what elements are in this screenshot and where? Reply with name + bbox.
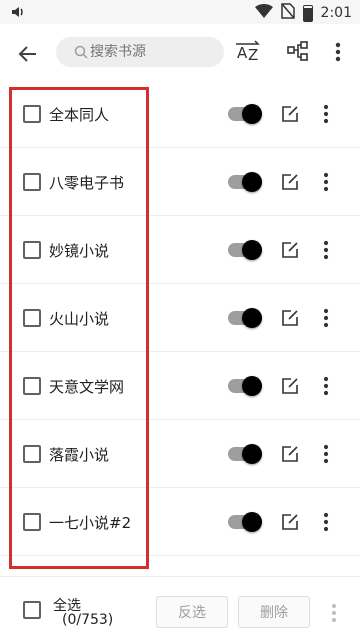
edit-icon[interactable] (280, 376, 300, 396)
more-vertical-icon[interactable] (316, 374, 336, 398)
source-name: 天意文学网 (49, 378, 125, 396)
enable-toggle[interactable] (228, 376, 264, 396)
edit-icon[interactable] (280, 444, 300, 464)
no-sim-icon (280, 3, 295, 23)
edit-icon[interactable] (280, 512, 300, 532)
status-bar: 2:01 (0, 0, 360, 24)
source-name: 落霞小说 (49, 446, 110, 464)
select-checkbox[interactable] (23, 309, 41, 327)
delete-button[interactable]: 删除 (238, 596, 310, 628)
more-vertical-icon[interactable] (316, 238, 336, 262)
select-checkbox[interactable] (23, 513, 41, 531)
toolbar: A Z (0, 24, 360, 84)
bottom-action-bar: 全选 (0/753) 反选 删除 (0, 576, 360, 640)
select-checkbox[interactable] (23, 377, 41, 395)
list-item[interactable]: 八零电子书 (0, 148, 360, 216)
source-name: 火山小说 (49, 310, 110, 328)
list-item[interactable]: 火山小说 (0, 284, 360, 352)
edit-icon[interactable] (280, 240, 300, 260)
select-count: (0/753) (62, 612, 114, 628)
search-icon (74, 45, 88, 59)
more-vertical-icon[interactable] (316, 102, 336, 126)
select-checkbox[interactable] (23, 241, 41, 259)
status-time: 2:01 (320, 5, 352, 21)
toggle-knob (242, 240, 262, 260)
enable-toggle[interactable] (228, 240, 264, 260)
select-checkbox[interactable] (23, 173, 41, 191)
invert-selection-button[interactable]: 反选 (156, 596, 228, 628)
select-all-checkbox[interactable] (23, 601, 41, 619)
select-checkbox[interactable] (23, 105, 41, 123)
list-item[interactable]: 妙镜小说 (0, 216, 360, 284)
toggle-knob (242, 444, 262, 464)
svg-text:Z: Z (248, 46, 258, 64)
more-vertical-icon[interactable] (324, 601, 344, 625)
source-name: 一七小说#2 (49, 514, 132, 532)
svg-text:A: A (237, 44, 248, 62)
more-vertical-icon[interactable] (316, 442, 336, 466)
battery-icon (302, 4, 313, 22)
more-vertical-icon[interactable] (316, 510, 336, 534)
edit-icon[interactable] (280, 172, 300, 192)
toggle-knob (242, 376, 262, 396)
source-name: 八零电子书 (49, 174, 125, 192)
toggle-knob (242, 172, 262, 192)
back-arrow-icon[interactable] (14, 40, 42, 68)
enable-toggle[interactable] (228, 104, 264, 124)
group-icon[interactable] (282, 36, 314, 68)
volume-icon (10, 4, 26, 24)
enable-toggle[interactable] (228, 444, 264, 464)
edit-icon[interactable] (280, 104, 300, 124)
more-vertical-icon[interactable] (328, 36, 348, 68)
list-item[interactable]: 一七小说#2 (0, 488, 360, 556)
list-item[interactable]: 天意文学网 (0, 352, 360, 420)
enable-toggle[interactable] (228, 512, 264, 532)
select-checkbox[interactable] (23, 445, 41, 463)
source-name: 妙镜小说 (49, 242, 110, 260)
toggle-knob (242, 104, 262, 124)
search-input[interactable] (56, 37, 224, 67)
edit-icon[interactable] (280, 308, 300, 328)
wifi-icon (254, 3, 273, 23)
list-item[interactable]: 落霞小说 (0, 420, 360, 488)
more-vertical-icon[interactable] (316, 170, 336, 194)
enable-toggle[interactable] (228, 172, 264, 192)
source-name: 全本同人 (49, 106, 110, 124)
sort-az-icon[interactable]: A Z (232, 36, 264, 68)
list-item[interactable]: 全本同人 (0, 80, 360, 148)
toggle-knob (242, 512, 262, 532)
enable-toggle[interactable] (228, 308, 264, 328)
more-vertical-icon[interactable] (316, 306, 336, 330)
search-field[interactable] (90, 44, 210, 60)
toggle-knob (242, 308, 262, 328)
